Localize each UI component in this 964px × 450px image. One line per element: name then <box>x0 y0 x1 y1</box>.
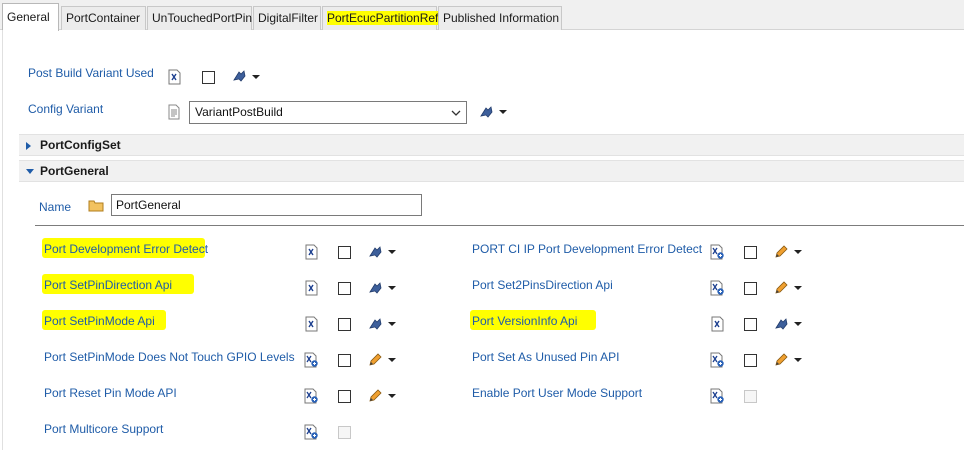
param-label: Port Development Error Detect <box>44 242 209 256</box>
param-checkbox[interactable] <box>338 354 351 367</box>
pencil-icon[interactable] <box>773 244 789 260</box>
name-input[interactable]: PortGeneral <box>111 194 422 216</box>
triangle-down-icon <box>26 169 34 174</box>
param-label: Port SetPinMode Does Not Touch GPIO Leve… <box>44 350 295 364</box>
param-checkbox <box>744 390 757 403</box>
document-icon <box>168 104 180 120</box>
chevron-down-icon[interactable] <box>388 322 396 326</box>
link-icon[interactable] <box>367 280 383 296</box>
chevron-down-icon[interactable] <box>794 286 802 290</box>
xdm-calc-icon <box>709 280 725 296</box>
name-label: Name <box>39 200 72 214</box>
tab-bar: General PortContainer UnTouchedPortPin D… <box>0 0 964 31</box>
xdm-icon <box>709 316 725 332</box>
param-label: Port SetPinMode Api <box>44 314 155 328</box>
tab-port-ecuc-partition-ref[interactable]: PortEcucPartitionRef <box>322 6 439 30</box>
param-label: Port SetPinDirection Api <box>44 278 173 292</box>
chevron-down-icon[interactable] <box>794 358 802 362</box>
link-icon[interactable] <box>367 244 383 260</box>
config-variant-select[interactable]: VariantPostBuild <box>189 101 467 124</box>
param-label: Port Set2PinsDirection Api <box>472 278 613 292</box>
tab-digital-filter[interactable]: DigitalFilter <box>253 6 321 30</box>
tab-untouched-port-pin[interactable]: UnTouchedPortPin <box>147 6 252 30</box>
pencil-icon[interactable] <box>773 352 789 368</box>
param-checkbox[interactable] <box>338 246 351 259</box>
section-port-general[interactable]: PortGeneral <box>19 160 964 182</box>
xdm-icon <box>303 280 319 296</box>
xdm-calc-icon <box>303 424 319 440</box>
pencil-icon[interactable] <box>367 352 383 368</box>
xdm-icon <box>168 69 181 85</box>
param-label: Port Multicore Support <box>44 422 164 436</box>
tab-port-container[interactable]: PortContainer <box>61 6 146 30</box>
post-build-variant-label: Post Build Variant Used <box>28 66 154 80</box>
post-build-variant-checkbox[interactable] <box>202 71 215 84</box>
param-checkbox[interactable] <box>338 282 351 295</box>
tab-general[interactable]: General <box>2 3 59 31</box>
param-checkbox[interactable] <box>744 318 757 331</box>
param-checkbox[interactable] <box>338 390 351 403</box>
link-icon[interactable] <box>231 68 247 84</box>
section-title: PortConfigSet <box>40 138 121 152</box>
param-label: PORT CI IP Port Development Error Detect <box>472 242 703 256</box>
pencil-icon[interactable] <box>773 280 789 296</box>
tab-published-information[interactable]: Published Information <box>438 6 562 30</box>
triangle-right-icon <box>26 142 31 150</box>
xdm-calc-icon <box>709 352 725 368</box>
link-icon[interactable] <box>367 316 383 332</box>
chevron-down-icon[interactable] <box>794 250 802 254</box>
xdm-calc-icon <box>709 388 725 404</box>
param-checkbox[interactable] <box>744 354 757 367</box>
link-icon[interactable] <box>478 104 494 120</box>
chevron-down-icon[interactable] <box>388 286 396 290</box>
chevron-down-icon[interactable] <box>388 394 396 398</box>
param-checkbox[interactable] <box>338 318 351 331</box>
param-checkbox <box>338 426 351 439</box>
param-label: Port Set As Unused Pin API <box>472 350 620 364</box>
chevron-down-icon[interactable] <box>388 358 396 362</box>
chevron-down-icon[interactable] <box>499 110 507 114</box>
config-variant-value: VariantPostBuild <box>195 105 283 119</box>
xdm-calc-icon <box>709 244 725 260</box>
param-checkbox[interactable] <box>744 246 757 259</box>
xdm-icon <box>303 316 319 332</box>
param-label: Port VersionInfo Api <box>472 314 578 328</box>
content-border <box>2 30 3 450</box>
config-variant-label: Config Variant <box>28 102 104 116</box>
chevron-down-icon[interactable] <box>794 322 802 326</box>
link-icon[interactable] <box>773 316 789 332</box>
section-port-config-set[interactable]: PortConfigSet <box>19 134 964 156</box>
divider <box>35 225 964 226</box>
chevron-down-icon[interactable] <box>388 250 396 254</box>
section-title: PortGeneral <box>40 164 109 178</box>
param-label: Port Reset Pin Mode API <box>44 386 177 400</box>
folder-icon <box>88 200 104 212</box>
param-label: Enable Port User Mode Support <box>472 386 643 400</box>
pencil-icon[interactable] <box>367 388 383 404</box>
xdm-calc-icon <box>303 352 319 368</box>
xdm-calc-icon <box>303 388 319 404</box>
xdm-icon <box>303 244 319 260</box>
chevron-down-icon <box>451 110 461 116</box>
chevron-down-icon[interactable] <box>252 75 260 79</box>
param-checkbox[interactable] <box>744 282 757 295</box>
